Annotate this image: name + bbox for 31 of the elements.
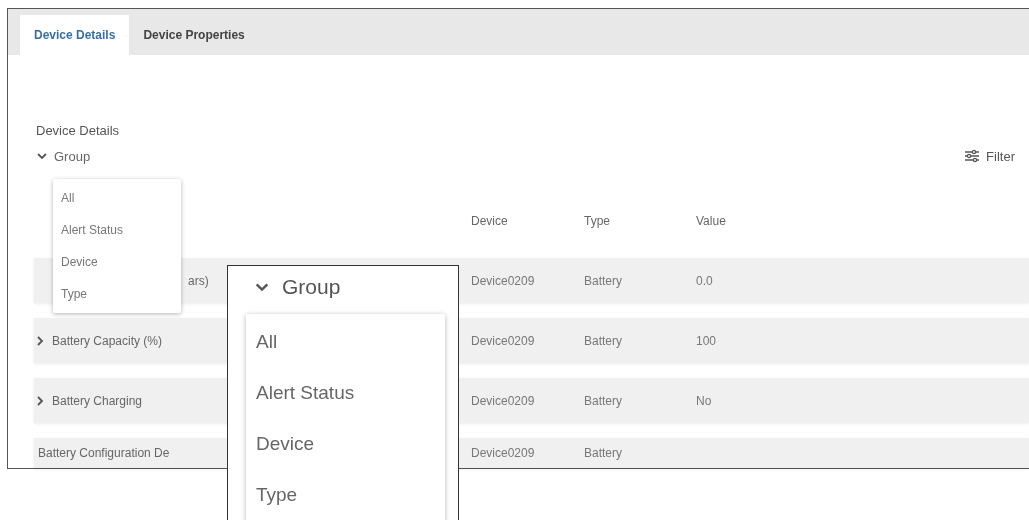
row-name: Battery Capacity (%)	[52, 333, 163, 348]
table-cell: Battery	[584, 446, 622, 460]
filter-button[interactable]: Filter	[964, 148, 1015, 164]
row-name: Battery Configuration De	[38, 446, 170, 460]
table-cell: 0.0	[696, 273, 713, 288]
table-cell: Device0209	[471, 393, 535, 408]
group-toggle[interactable]: Group	[254, 274, 458, 300]
section-title: Device Details	[35, 122, 121, 140]
tab[interactable]: Device Properties	[129, 15, 259, 55]
menu-item[interactable]: All	[53, 183, 181, 215]
table-cell: Battery	[584, 393, 622, 408]
tab[interactable]: Device Details	[20, 15, 130, 55]
row-name: Battery Charging	[52, 393, 143, 408]
row-name: ars)	[188, 273, 209, 288]
table-cell: No	[696, 393, 712, 408]
sliders-icon	[964, 149, 981, 163]
table-cell: Device0209	[471, 446, 535, 460]
chevron-icon	[36, 150, 48, 162]
chevron-icon	[34, 334, 46, 347]
table-cell: Battery	[584, 333, 622, 348]
column-header: Type	[584, 214, 610, 228]
group-toggle[interactable]: Group	[34, 148, 91, 164]
table-cell: Battery	[584, 273, 622, 288]
column-header: Value	[696, 214, 726, 228]
menu-item[interactable]: Type	[246, 469, 445, 520]
column-header: Device	[471, 214, 508, 228]
table-cell: 100	[696, 333, 717, 348]
table-cell: Device0209	[471, 273, 535, 288]
chevron-icon	[34, 394, 46, 407]
menu-item[interactable]: Alert Status	[53, 215, 181, 247]
table-cell: Device0209	[471, 333, 535, 348]
